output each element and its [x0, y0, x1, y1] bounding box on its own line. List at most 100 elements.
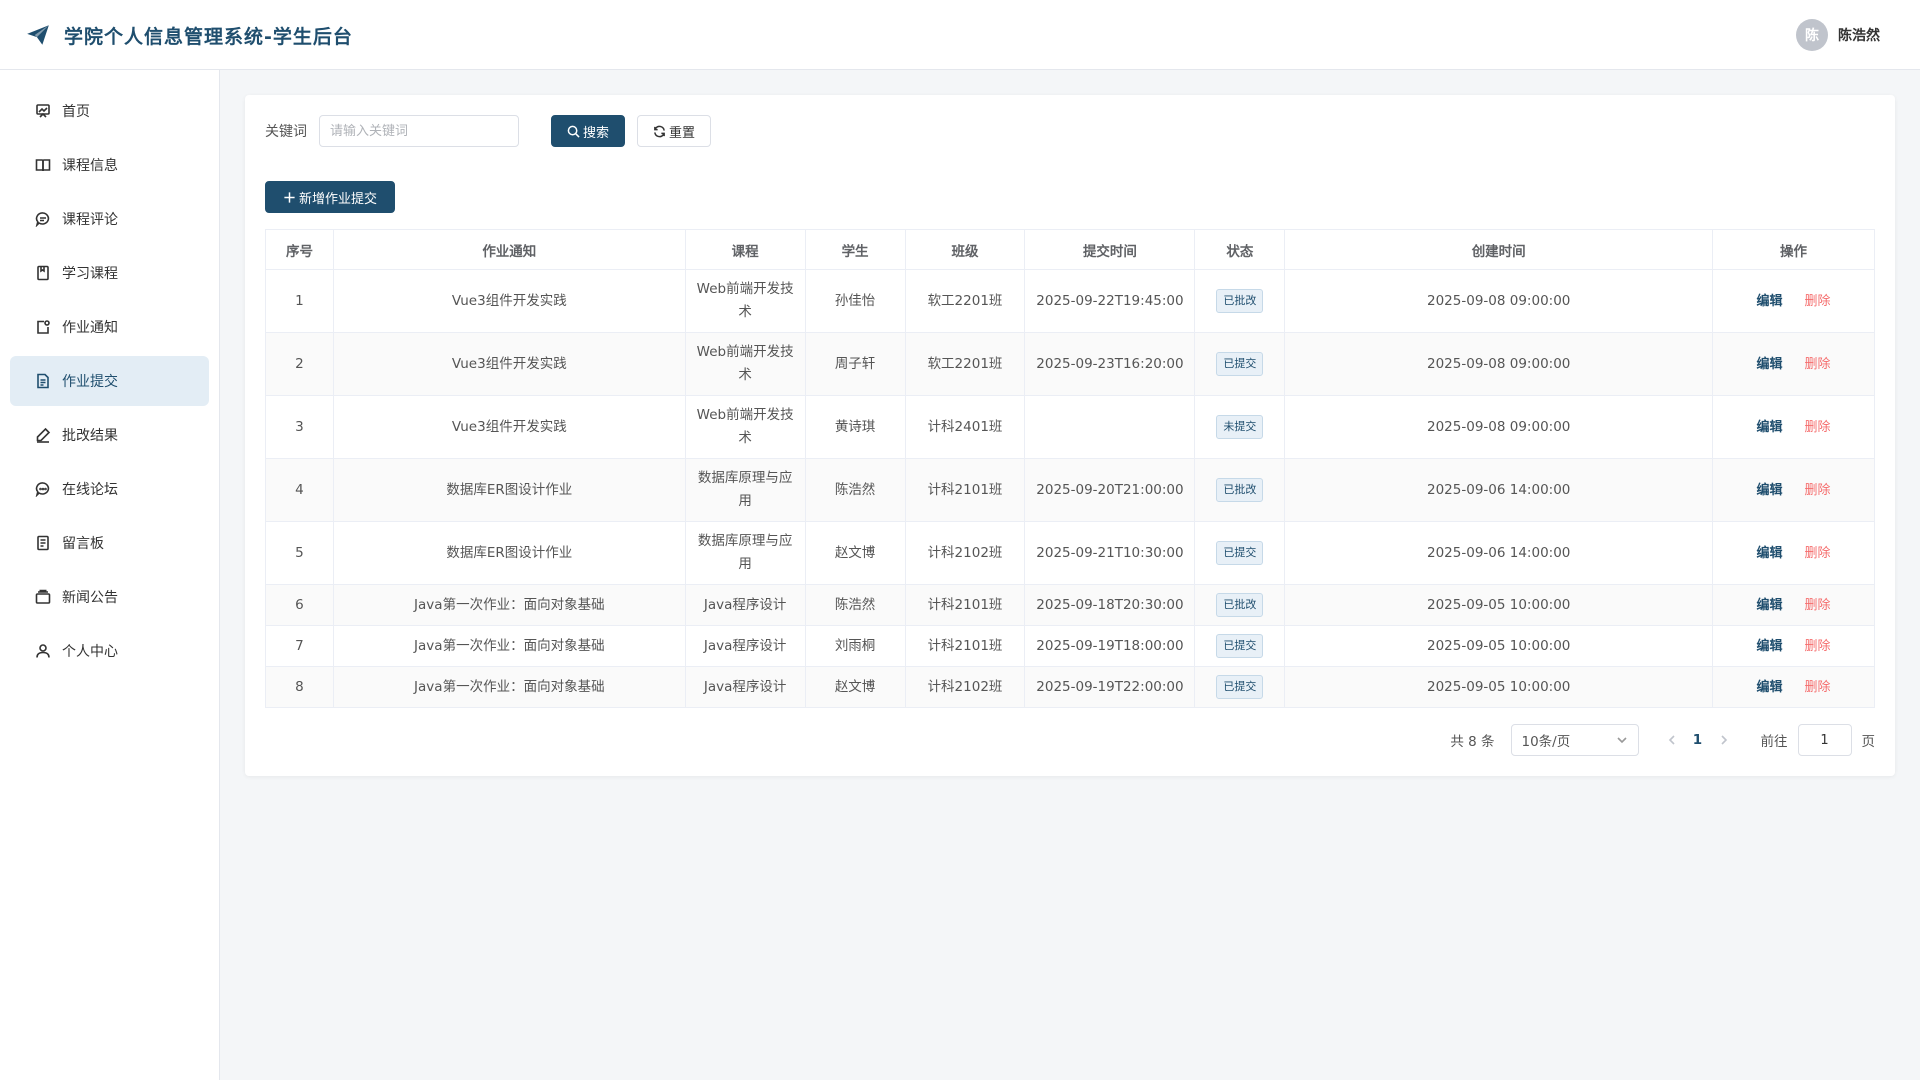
search-button[interactable]: 搜索: [551, 115, 625, 147]
cell-actions: 编辑 删除: [1712, 666, 1875, 708]
cell-status: 已批改: [1194, 584, 1286, 626]
sidebar-item-study-courses[interactable]: 学习课程: [10, 248, 209, 298]
delete-button[interactable]: 删除: [1805, 598, 1831, 613]
cell-created: 2025-09-08 09:00:00: [1284, 395, 1714, 459]
table-row: 6 Java第一次作业：面向对象基础 Java程序设计 陈浩然 计科2101班 …: [265, 584, 1875, 626]
cell-course: Java程序设计: [684, 584, 806, 626]
cell-notice: Java第一次作业：面向对象基础: [332, 625, 686, 667]
cell-no: 2: [265, 332, 334, 396]
app-title: 学院个人信息管理系统-学生后台: [64, 26, 353, 48]
cell-actions: 编辑 删除: [1712, 332, 1875, 396]
delete-button[interactable]: 删除: [1805, 294, 1831, 309]
next-page-button[interactable]: [1717, 735, 1731, 745]
sidebar-item-message-board[interactable]: 留言板: [10, 518, 209, 568]
edit-button[interactable]: 编辑: [1757, 294, 1783, 309]
delete-button[interactable]: 删除: [1805, 357, 1831, 372]
cell-submit-time: [1024, 395, 1196, 459]
table-row: 2 Vue3组件开发实践 Web前端开发技术 周子轩 软工2201班 2025-…: [265, 332, 1875, 396]
comment-icon: [34, 210, 52, 228]
add-submission-button[interactable]: 新增作业提交: [265, 181, 395, 213]
status-badge: 已提交: [1216, 541, 1264, 565]
edit-button[interactable]: 编辑: [1757, 680, 1783, 695]
chat-icon: [34, 480, 52, 498]
prev-page-button[interactable]: [1665, 735, 1679, 745]
sidebar-item-news[interactable]: 新闻公告: [10, 572, 209, 622]
user-name[interactable]: 陈浩然: [1838, 25, 1880, 45]
page-number[interactable]: 1: [1679, 732, 1717, 748]
cell-submit-time: 2025-09-18T20:30:00: [1024, 584, 1196, 626]
refresh-icon: [654, 125, 665, 137]
sidebar-item-home[interactable]: 首页: [10, 86, 209, 136]
cell-no: 3: [265, 395, 334, 459]
edit-button[interactable]: 编辑: [1757, 598, 1783, 613]
keyword-label: 关键词: [265, 124, 307, 140]
page-size-value: 10条/页: [1521, 734, 1571, 750]
cell-student: 黄诗琪: [804, 395, 906, 459]
delete-button[interactable]: 删除: [1805, 420, 1831, 435]
cell-created: 2025-09-05 10:00:00: [1284, 625, 1714, 667]
sidebar-item-label: 作业通知: [62, 320, 118, 336]
avatar[interactable]: 陈: [1796, 19, 1828, 51]
table-row: 1 Vue3组件开发实践 Web前端开发技术 孙佳怡 软工2201班 2025-…: [265, 269, 1875, 333]
sidebar-item-label: 作业提交: [62, 374, 118, 390]
status-badge: 已批改: [1216, 593, 1264, 617]
delete-button[interactable]: 删除: [1805, 639, 1831, 654]
cell-notice: 数据库ER图设计作业: [332, 521, 686, 585]
sidebar-item-homework-notice[interactable]: 作业通知: [10, 302, 209, 352]
sidebar-item-course-comments[interactable]: 课程评论: [10, 194, 209, 244]
cell-course: 数据库原理与应用: [684, 458, 806, 522]
status-badge: 已批改: [1216, 478, 1264, 502]
plus-icon: [284, 191, 295, 203]
edit-button[interactable]: 编辑: [1757, 639, 1783, 654]
sidebar-item-course-info[interactable]: 课程信息: [10, 140, 209, 190]
cell-notice: Java第一次作业：面向对象基础: [332, 666, 686, 708]
keyword-input[interactable]: [319, 115, 519, 147]
cell-class: 计科2101班: [904, 584, 1026, 626]
sidebar-item-label: 新闻公告: [62, 590, 118, 606]
cell-class: 软工2201班: [904, 332, 1026, 396]
status-badge: 已提交: [1216, 675, 1264, 699]
cell-submit-time: 2025-09-19T22:00:00: [1024, 666, 1196, 708]
cell-status: 已批改: [1194, 458, 1286, 522]
cell-notice: Vue3组件开发实践: [332, 395, 686, 459]
cell-submit-time: 2025-09-19T18:00:00: [1024, 625, 1196, 667]
cell-no: 8: [265, 666, 334, 708]
cell-no: 5: [265, 521, 334, 585]
cell-actions: 编辑 删除: [1712, 395, 1875, 459]
cell-status: 已提交: [1194, 332, 1286, 396]
cell-student: 陈浩然: [804, 458, 906, 522]
page-size-select[interactable]: 10条/页: [1510, 724, 1639, 756]
cell-class: 计科2101班: [904, 625, 1026, 667]
cell-course: Java程序设计: [684, 666, 806, 708]
user-menu[interactable]: 陈 陈浩然: [1796, 19, 1880, 51]
column-header: 提交时间: [1024, 229, 1196, 270]
delete-button[interactable]: 删除: [1805, 546, 1831, 561]
goto-page-input[interactable]: [1797, 724, 1852, 756]
status-badge: 未提交: [1216, 415, 1264, 439]
top-header: 学院个人信息管理系统-学生后台 陈 陈浩然: [0, 0, 1920, 70]
cell-notice: Vue3组件开发实践: [332, 269, 686, 333]
sidebar-item-label: 学习课程: [62, 266, 118, 282]
sidebar-item-online-forum[interactable]: 在线论坛: [10, 464, 209, 514]
cell-notice: 数据库ER图设计作业: [332, 458, 686, 522]
edit-button[interactable]: 编辑: [1757, 483, 1783, 498]
sidebar-item-grading-results[interactable]: 批改结果: [10, 410, 209, 460]
status-badge: 已提交: [1216, 352, 1264, 376]
sidebar-item-profile[interactable]: 个人中心: [10, 626, 209, 676]
dashboard-icon: [34, 102, 52, 120]
search-icon: [567, 125, 580, 138]
edit-button[interactable]: 编辑: [1757, 420, 1783, 435]
sidebar-item-label: 留言板: [62, 536, 104, 552]
cell-no: 6: [265, 584, 334, 626]
reset-button[interactable]: 重置: [637, 115, 711, 147]
delete-button[interactable]: 删除: [1805, 483, 1831, 498]
sidebar-item-homework-submit[interactable]: 作业提交: [10, 356, 209, 406]
cell-course: Java程序设计: [684, 625, 806, 667]
delete-button[interactable]: 删除: [1805, 680, 1831, 695]
edit-button[interactable]: 编辑: [1757, 357, 1783, 372]
cell-no: 4: [265, 458, 334, 522]
user-icon: [34, 642, 52, 660]
edit-button[interactable]: 编辑: [1757, 546, 1783, 561]
cell-submit-time: 2025-09-21T10:30:00: [1024, 521, 1196, 585]
column-header: 学生: [804, 229, 906, 270]
